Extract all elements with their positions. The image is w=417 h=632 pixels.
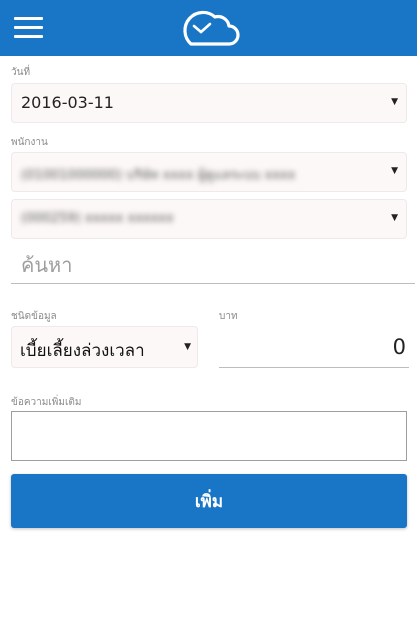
date-value: 2016-03-11 xyxy=(21,93,114,112)
employee-label: พนักงาน xyxy=(11,137,48,148)
add-button[interactable]: เพิ่ม xyxy=(11,474,407,528)
dropdown-caret-icon: ▼ xyxy=(391,166,398,176)
company-select[interactable]: (01001000000) บริษัท xxxx ผู้ดูแลระบบ xx… xyxy=(11,152,407,192)
date-select[interactable]: 2016-03-11 ▼ xyxy=(11,83,407,123)
employee-select[interactable]: (000259) xxxxx xxxxxx ▼ xyxy=(11,199,407,239)
hamburger-menu-icon[interactable] xyxy=(12,15,46,41)
dropdown-caret-icon: ▼ xyxy=(391,97,398,107)
app-root: วันที่ 2016-03-11 ▼ พนักงาน (01001000000… xyxy=(0,0,417,632)
date-label: วันที่ xyxy=(11,67,31,78)
type-value: เบี้ยเลี้ยงล่วงเวลา xyxy=(20,341,145,361)
top-app-bar xyxy=(0,0,417,56)
employee-value: (000259) xxxxx xxxxxx xyxy=(21,211,174,226)
company-value: (01001000000) บริษัท xxxx ผู้ดูแลระบบ xx… xyxy=(21,168,296,183)
type-label: ชนิดข้อมูล xyxy=(11,311,57,322)
cloud-clock-logo-icon xyxy=(183,10,240,46)
amount-input[interactable] xyxy=(219,326,409,368)
amount-label: บาท xyxy=(219,311,238,322)
note-textarea[interactable] xyxy=(11,411,407,461)
dropdown-caret-icon: ▼ xyxy=(184,342,191,352)
type-select[interactable]: เบี้ยเลี้ยงล่วงเวลา ▼ xyxy=(11,326,198,368)
note-label: ข้อความเพิ่มเติม xyxy=(11,397,82,408)
search-input[interactable] xyxy=(11,246,415,284)
dropdown-caret-icon: ▼ xyxy=(391,213,398,223)
